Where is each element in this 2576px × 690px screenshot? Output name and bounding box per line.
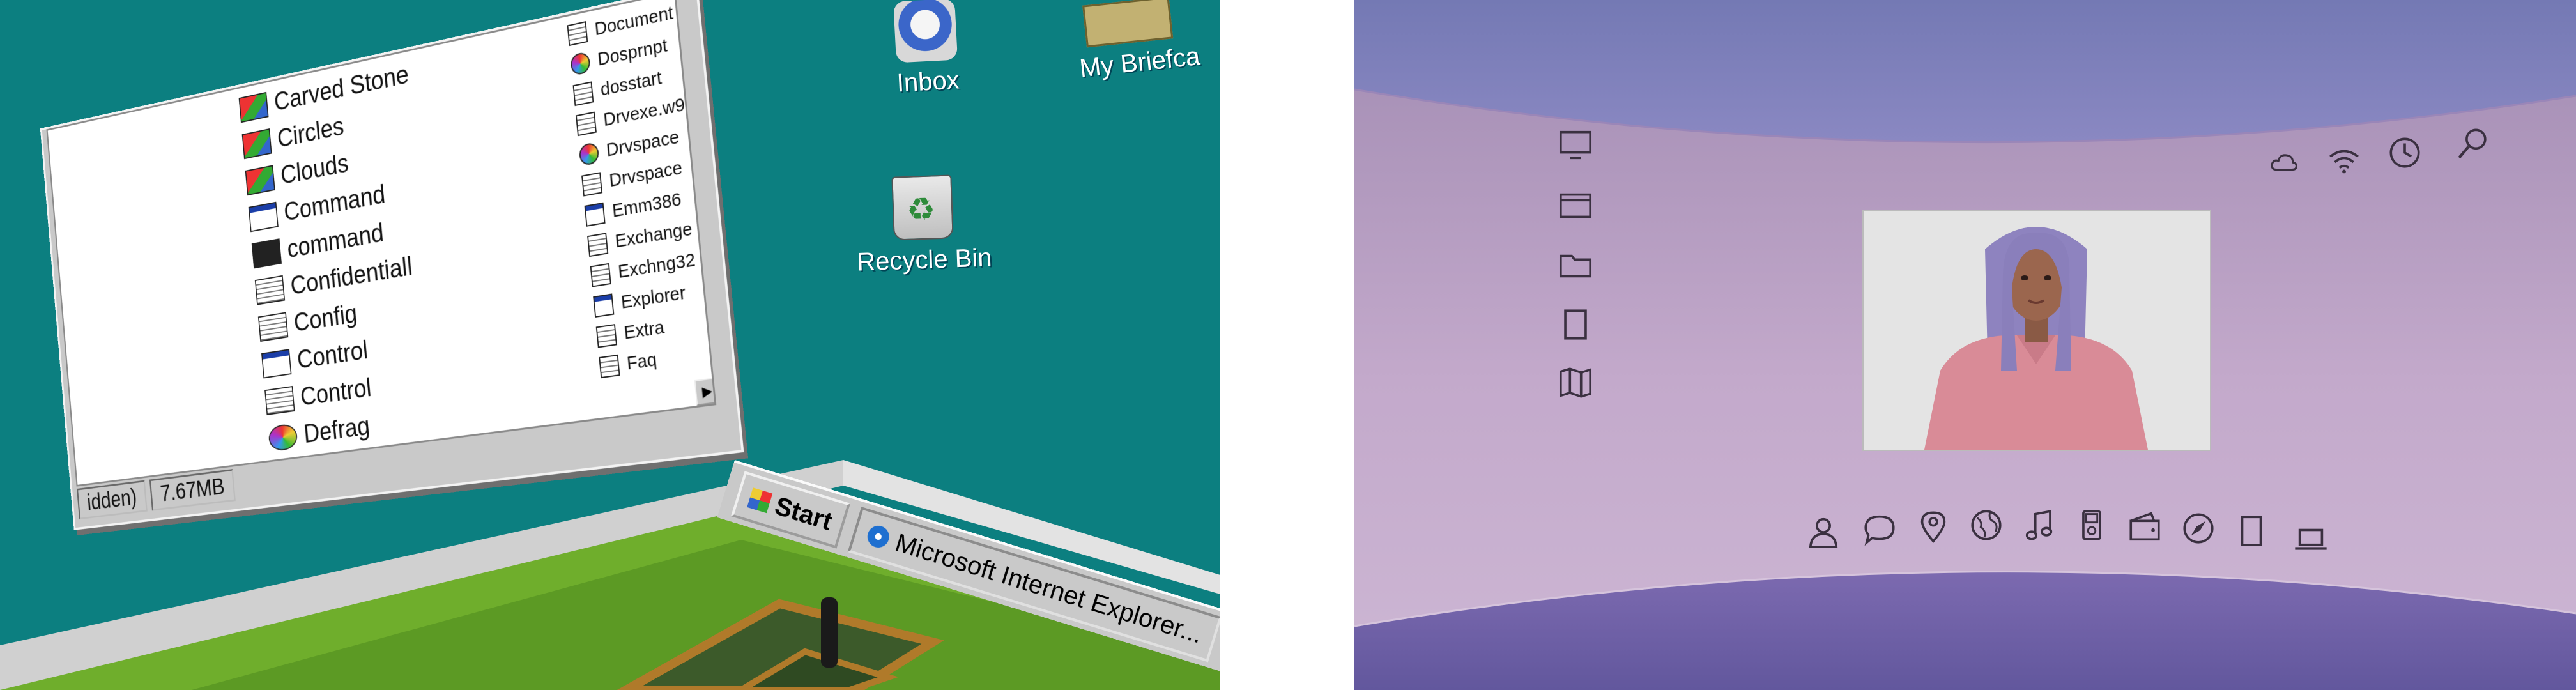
file-icon — [245, 165, 275, 196]
file-name: Explorer — [620, 282, 687, 313]
document-icon[interactable] — [2233, 512, 2270, 549]
wifi-icon[interactable] — [2326, 142, 2363, 179]
music-note-icon[interactable] — [2021, 507, 2058, 544]
globe-icon[interactable] — [1968, 507, 2005, 544]
internet-explorer-icon — [864, 523, 893, 551]
scroll-right-arrow-icon[interactable]: ▶ — [694, 377, 717, 406]
avatar-figure — [1864, 211, 2210, 450]
file-icon — [593, 293, 615, 318]
folder-icon[interactable] — [1557, 247, 1594, 284]
cloud-icon[interactable] — [2268, 146, 2300, 178]
file-icon — [572, 80, 594, 106]
file-icon — [567, 20, 588, 46]
desktop-icon-inbox[interactable]: Inbox — [879, 0, 974, 99]
file-icon — [251, 238, 282, 269]
location-pin-icon[interactable] — [1915, 508, 1952, 545]
file-icon — [261, 349, 292, 379]
file-icon — [569, 50, 591, 76]
status-hidden-count: idden) — [76, 480, 148, 520]
file-icon — [584, 202, 606, 227]
file-icon — [257, 312, 289, 342]
file-icon — [590, 263, 611, 288]
laptop-icon[interactable] — [2292, 521, 2329, 558]
file-icon — [248, 201, 279, 233]
file-icon — [587, 232, 609, 257]
file-name: Faq — [625, 349, 658, 374]
vr-room-scene — [1354, 0, 2576, 690]
file-icon — [268, 422, 298, 452]
briefcase-icon — [1082, 0, 1174, 48]
file-icon — [254, 275, 286, 305]
avatar-video-panel[interactable] — [1862, 210, 2211, 451]
inbox-label: Inbox — [896, 66, 960, 98]
file-icon — [575, 111, 597, 136]
recycle-bin-icon — [891, 174, 954, 241]
person-icon[interactable] — [1805, 514, 1842, 551]
clock-icon[interactable] — [2386, 134, 2423, 171]
ipod-icon[interactable] — [2073, 507, 2110, 544]
file-icon — [578, 141, 600, 166]
desktop-icon-recycle-bin[interactable]: Recycle Bin — [848, 173, 998, 277]
windows-logo-icon — [747, 487, 773, 514]
recycle-bin-label: Recycle Bin — [856, 243, 993, 277]
search-icon[interactable] — [2455, 125, 2492, 162]
file-icon — [581, 171, 603, 197]
window-icon[interactable] — [1557, 187, 1594, 224]
file-column-large: Carved Stone Circles Clouds Command command C… — [238, 56, 442, 458]
map-icon[interactable] — [1557, 364, 1594, 401]
file-icon — [241, 128, 272, 160]
file-name: Extra — [623, 316, 666, 343]
file-name: Control — [296, 335, 369, 375]
file-name: Control — [299, 372, 373, 412]
file-name: Config — [293, 298, 358, 338]
file-icon — [599, 354, 620, 378]
document-icon[interactable] — [1557, 306, 1594, 343]
compass-icon[interactable] — [2180, 510, 2217, 547]
file-column-small: Document Dosprnpt dosstart Drvexe.w9 Drvspac… — [567, 0, 711, 383]
file-name: Defrag — [302, 411, 371, 449]
chat-icon[interactable] — [1861, 511, 1898, 548]
file-icon — [238, 91, 269, 123]
win95-3d-scene: Carved Stone Circles Clouds Command command C… — [0, 0, 1220, 690]
inbox-icon — [893, 0, 958, 63]
monitor-icon[interactable] — [1557, 126, 1594, 164]
file-icon — [595, 323, 617, 348]
file-icon — [264, 386, 295, 415]
start-label: Start — [771, 491, 836, 536]
wallet-icon[interactable] — [2126, 508, 2163, 545]
